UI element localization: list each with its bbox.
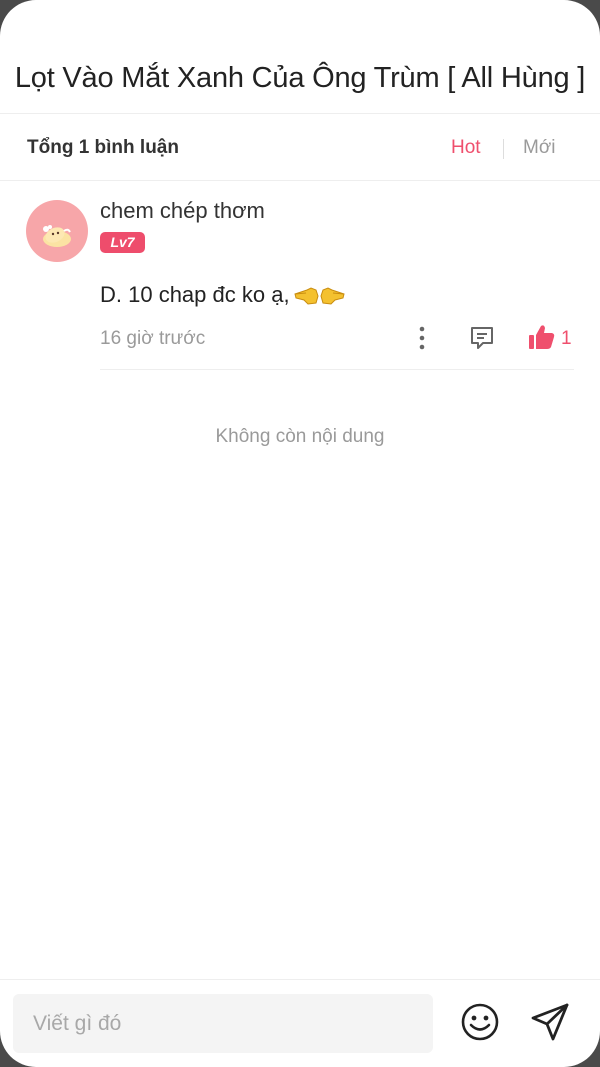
comment-text: D. 10 chap đc ko ạ, bbox=[100, 282, 290, 307]
comment-sheet: Lọt Vào Mắt Xanh Của Ông Trùm [ All Hùng… bbox=[0, 0, 600, 1067]
sort-new-tab[interactable]: Mới bbox=[523, 136, 556, 160]
sort-hot-tab[interactable]: Hot bbox=[451, 136, 481, 160]
comment-input[interactable] bbox=[13, 994, 433, 1053]
thumbs-up-icon[interactable] bbox=[528, 323, 556, 351]
toolbar-divider bbox=[0, 180, 600, 181]
emoji-icon[interactable] bbox=[460, 1002, 500, 1042]
comment-time: 16 giờ trước bbox=[100, 328, 206, 349]
avatar-bear-icon bbox=[43, 225, 71, 247]
avatar[interactable] bbox=[26, 200, 88, 262]
sort-separator bbox=[503, 139, 504, 159]
send-icon[interactable] bbox=[529, 1001, 571, 1043]
composer-divider bbox=[0, 979, 600, 980]
end-of-content-text: Không còn nội dung bbox=[215, 426, 385, 447]
more-vertical-icon[interactable] bbox=[412, 325, 432, 351]
comment-username[interactable]: chem chép thơm bbox=[100, 197, 265, 225]
comment-count: Tổng 1 bình luận bbox=[27, 137, 179, 158]
like-count: 1 bbox=[561, 328, 572, 349]
reply-icon[interactable] bbox=[468, 324, 496, 352]
header-divider bbox=[0, 113, 600, 114]
page-title: Lọt Vào Mắt Xanh Của Ông Trùm [ All Hùng… bbox=[14, 62, 586, 94]
pointing-left-emoji-icon bbox=[294, 287, 319, 305]
pointing-right-emoji-icon bbox=[320, 287, 345, 305]
comment-divider bbox=[100, 369, 574, 370]
level-badge: Lv7 bbox=[100, 232, 145, 253]
